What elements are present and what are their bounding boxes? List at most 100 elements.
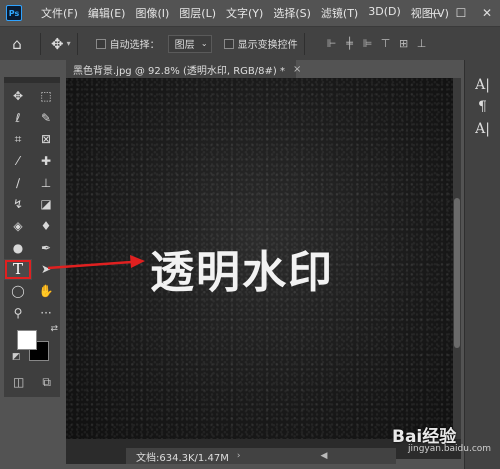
blur-tool-icon[interactable]: ♦: [32, 215, 60, 237]
move-tool-icon[interactable]: ✥: [51, 35, 64, 53]
menu-layer[interactable]: 图层(L): [174, 5, 221, 21]
ellipsis-icon: ···: [40, 305, 52, 320]
zoom-field[interactable]: [66, 448, 126, 464]
dodge-tool-icon[interactable]: ●: [4, 237, 32, 259]
tool-grid: ✥ ⬚ ℓ ✎ ⌗ ⊠ ⁄ ✚ ∕ ⊥ ↯ ◪ ◈ ♦ ● ✒ T ➤ ◯ ✋ …: [4, 83, 60, 324]
stamp-tool-icon[interactable]: ⊥: [32, 172, 60, 194]
align-middle-icon[interactable]: ⊞: [395, 37, 413, 50]
lasso-tool-icon[interactable]: ℓ: [4, 107, 32, 129]
swap-colors-icon[interactable]: ⇄: [50, 324, 58, 334]
menu-filter[interactable]: 滤镜(T): [316, 5, 363, 21]
healing-brush-tool-icon[interactable]: ✚: [32, 150, 60, 172]
crop-tool-icon[interactable]: ⌗: [4, 128, 32, 150]
menu-edit[interactable]: 编辑(E): [83, 5, 131, 21]
menu-select[interactable]: 选择(S): [268, 5, 316, 21]
healing-brush-icon: ✚: [40, 153, 52, 168]
minimize-button[interactable]: —: [422, 6, 448, 20]
character-panel-icon[interactable]: A|: [465, 74, 500, 96]
vertical-scrollbar[interactable]: [453, 78, 461, 439]
auto-select-checkbox[interactable]: [95, 38, 106, 49]
menu-file[interactable]: 文件(F): [36, 5, 83, 21]
align-bottom-icon[interactable]: ⊥: [413, 37, 431, 50]
path-select-tool-icon[interactable]: ➤: [32, 259, 60, 281]
document-tab[interactable]: 黑色背景.jpg @ 92.8% (透明水印, RGB/8#) * ×: [66, 60, 301, 78]
quick-select-icon: ✎: [40, 110, 52, 125]
canvas-text-layer[interactable]: 透明水印: [150, 236, 334, 300]
stamp-icon: ⊥: [40, 175, 52, 190]
move-icon: ✥: [12, 88, 24, 103]
pen-icon: ✒: [40, 240, 52, 255]
chevron-down-icon: ⌄: [200, 38, 208, 48]
menu-type[interactable]: 文字(Y): [221, 5, 268, 21]
document-size-text: 文档:634.3K/1.47M: [136, 452, 229, 464]
brush-icon: ∕: [15, 175, 21, 190]
align-buttons: ⊩ ╪ ⊫ ⊤ ⊞ ⊥: [323, 37, 431, 50]
lasso-icon: ℓ: [15, 110, 21, 125]
ellipse-icon: ◯: [11, 284, 25, 299]
menu-items: 文件(F) 编辑(E) 图像(I) 图层(L) 文字(Y) 选择(S) 滤镜(T…: [36, 5, 454, 21]
pen-tool-icon[interactable]: ✒: [32, 237, 60, 259]
dodge-icon: ●: [12, 240, 24, 255]
options-divider: [40, 32, 41, 55]
maximize-button[interactable]: ☐: [448, 6, 474, 20]
foreground-color-swatch[interactable]: [17, 330, 37, 350]
zoom-icon: ⚲: [13, 305, 23, 320]
quick-mask-icon[interactable]: ◫: [13, 375, 24, 390]
crop-icon: ⌗: [14, 131, 22, 146]
chevron-down-icon[interactable]: ▾: [67, 39, 71, 48]
auto-select-dropdown[interactable]: 图层 ⌄: [167, 34, 212, 53]
zoom-tool-icon[interactable]: ⚲: [4, 302, 32, 324]
options-divider: [303, 32, 305, 55]
marquee-tool-icon[interactable]: ⬚: [32, 85, 60, 107]
align-right-icon[interactable]: ⊫: [359, 37, 377, 50]
chevron-right-icon[interactable]: ›: [237, 451, 241, 461]
menu-bar: Ps 文件(F) 编辑(E) 图像(I) 图层(L) 文字(Y) 选择(S) 滤…: [0, 0, 500, 26]
close-tab-icon[interactable]: ×: [293, 64, 301, 75]
frame-tool-icon[interactable]: ⊠: [32, 128, 60, 150]
brush-tool-icon[interactable]: ∕: [4, 172, 32, 194]
character-styles-icon[interactable]: A|: [465, 118, 500, 140]
quick-select-tool-icon[interactable]: ✎: [32, 107, 60, 129]
eyedropper-tool-icon[interactable]: ⁄: [4, 150, 32, 172]
eraser-icon: ◪: [40, 197, 52, 212]
eyedropper-icon: ⁄: [16, 153, 19, 168]
right-panel-dock: A| ¶ A|: [464, 60, 500, 469]
history-brush-tool-icon[interactable]: ↯: [4, 193, 32, 215]
status-bar: 文档:634.3K/1.47M › ◀: [66, 448, 396, 464]
baidu-url: jingyan.baidu.com: [408, 444, 492, 454]
close-button[interactable]: ✕: [474, 6, 500, 20]
default-colors-icon[interactable]: ◩: [12, 352, 21, 362]
options-bar: ⌂ ✥ ▾ 自动选择： 图层 ⌄ 显示变换控件 ⊩ ╪ ⊫ ⊤ ⊞ ⊥: [0, 26, 500, 60]
more-tools-icon[interactable]: ···: [32, 302, 60, 324]
scroll-left-icon[interactable]: ◀: [320, 451, 327, 461]
photoshop-logo-icon[interactable]: Ps: [6, 5, 22, 21]
type-tool-icon[interactable]: T: [4, 258, 32, 281]
frame-icon: ⊠: [40, 132, 52, 147]
hand-tool-icon[interactable]: ✋: [32, 280, 60, 302]
options-divider: [76, 32, 78, 55]
ellipse-tool-icon[interactable]: ◯: [4, 280, 32, 302]
show-transform-checkbox[interactable]: [223, 38, 234, 49]
window-controls: — ☐ ✕: [422, 0, 500, 26]
align-top-icon[interactable]: ⊤: [377, 37, 395, 50]
menu-image[interactable]: 图像(I): [130, 5, 174, 21]
blur-icon: ♦: [40, 218, 52, 233]
home-icon[interactable]: ⌂: [0, 35, 34, 53]
toolbox: ✥ ⬚ ℓ ✎ ⌗ ⊠ ⁄ ✚ ∕ ⊥ ↯ ◪ ◈ ♦ ● ✒ T ➤ ◯ ✋ …: [4, 77, 60, 397]
menu-3d[interactable]: 3D(D): [363, 5, 406, 21]
show-transform-label: 显示变换控件: [237, 40, 298, 51]
scrollbar-thumb[interactable]: [454, 198, 460, 348]
document-tab-title: 黑色背景.jpg @ 92.8% (透明水印, RGB/8#) *: [73, 65, 285, 77]
paint-bucket-icon: ◈: [13, 218, 23, 233]
align-left-icon[interactable]: ⊩: [323, 37, 341, 50]
eraser-tool-icon[interactable]: ◪: [32, 193, 60, 215]
history-brush-icon: ↯: [12, 197, 24, 212]
screen-mode-icon[interactable]: ⧉: [42, 375, 51, 390]
hand-icon: ✋: [38, 284, 54, 299]
align-center-icon[interactable]: ╪: [341, 37, 359, 50]
paragraph-panel-icon[interactable]: ¶: [465, 96, 500, 118]
move-tool-icon[interactable]: ✥: [4, 85, 32, 107]
path-select-icon: ➤: [40, 262, 52, 277]
paint-bucket-tool-icon[interactable]: ◈: [4, 215, 32, 237]
auto-select-label: 自动选择：: [109, 40, 160, 51]
